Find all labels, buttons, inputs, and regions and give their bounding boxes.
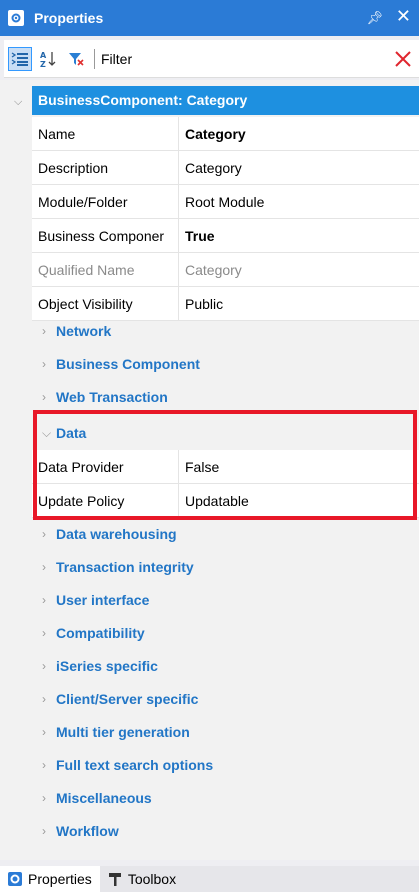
property-name: Description (32, 151, 179, 184)
category-row[interactable]: › Data warehousing (32, 518, 419, 551)
close-icon[interactable]: ✕ (396, 6, 411, 27)
property-row[interactable]: Name Category (32, 117, 419, 151)
property-value[interactable]: Updatable (179, 484, 419, 517)
panel-title: Properties (34, 10, 104, 26)
tab-label: Properties (28, 871, 92, 887)
property-row[interactable]: Module/Folder Root Module (32, 185, 419, 219)
gear-icon (8, 10, 24, 26)
chevron-right-icon: › (42, 527, 46, 541)
chevron-right-icon: › (42, 824, 46, 838)
category-row[interactable]: › Web Transaction (32, 381, 419, 414)
tab-properties[interactable]: Properties (0, 866, 100, 892)
category-label: Miscellaneous (56, 790, 152, 806)
category-label: Transaction integrity (56, 559, 194, 575)
properties-panel: Properties 📌︎ ✕ AZ Filter ⌵ BusinessComp… (0, 0, 419, 892)
category-row[interactable]: › iSeries specific (32, 650, 419, 683)
data-section: ⌵ Data Data Provider False Update Policy Up… (32, 417, 419, 518)
category-row[interactable]: › Multi tier generation (32, 716, 419, 749)
chevron-down-icon: ⌵ (42, 426, 52, 440)
property-name: Business Componer (32, 219, 179, 252)
category-row[interactable]: › Network (32, 315, 419, 348)
chevron-right-icon: › (42, 593, 46, 607)
category-row[interactable]: › Workflow (32, 815, 419, 848)
property-name: Qualified Name (32, 253, 179, 286)
category-label: Compatibility (56, 625, 145, 641)
chevron-right-icon: › (42, 560, 46, 574)
property-value[interactable]: Category (179, 253, 419, 286)
category-label: Business Component (56, 356, 200, 372)
category-label: Multi tier generation (56, 724, 190, 740)
toolbar-divider (94, 48, 95, 69)
svg-text:A: A (40, 51, 47, 60)
property-row[interactable]: Business Componer True (32, 219, 419, 253)
property-name: Data Provider (32, 450, 179, 483)
chevron-right-icon: › (42, 758, 46, 772)
property-row[interactable]: Data Provider False (32, 450, 419, 484)
category-list-bottom: › Data warehousing › Transaction integrity ›… (32, 518, 419, 848)
svg-text:Z: Z (40, 60, 46, 68)
category-row[interactable]: › Transaction integrity (32, 551, 419, 584)
category-label: Network (56, 323, 112, 339)
hammer-icon (108, 872, 122, 886)
category-data[interactable]: ⌵ Data (32, 417, 419, 450)
pin-icon[interactable]: 📌︎ (366, 10, 383, 26)
property-list: Name Category Description Category Module/Fo… (32, 117, 419, 321)
category-label: iSeries specific (56, 658, 158, 674)
chevron-right-icon: › (42, 659, 46, 673)
category-label: User interface (56, 592, 150, 608)
category-list-top: › Network › Business Component › Web Transact… (32, 315, 419, 414)
property-name: Name (32, 117, 179, 150)
chevron-right-icon: › (42, 324, 46, 338)
category-row[interactable]: › Business Component (32, 348, 419, 381)
category-row[interactable]: › Miscellaneous (32, 782, 419, 815)
category-row[interactable]: › Compatibility (32, 617, 419, 650)
property-name: Update Policy (32, 484, 179, 517)
chevron-right-icon: › (42, 357, 46, 371)
property-value[interactable]: True (179, 219, 419, 252)
chevron-right-icon: › (42, 791, 46, 805)
chevron-right-icon: › (42, 692, 46, 706)
sort-alphabetical-button[interactable]: AZ (36, 47, 60, 71)
property-value[interactable]: Category (179, 117, 419, 150)
properties-toolbar: AZ Filter (4, 40, 419, 78)
gear-icon (8, 872, 22, 886)
category-label: Workflow (56, 823, 119, 839)
property-row[interactable]: Description Category (32, 151, 419, 185)
property-row[interactable]: Update Policy Updatable (32, 484, 419, 518)
category-row[interactable]: › Client/Server specific (32, 683, 419, 716)
property-value[interactable]: False (179, 450, 419, 483)
category-label: Data (56, 425, 87, 441)
chevron-right-icon: › (42, 626, 46, 640)
category-label: Web Transaction (56, 389, 168, 405)
bottom-tabs: Properties Toolbox (0, 866, 419, 892)
categorized-view-button[interactable] (8, 46, 32, 71)
property-row[interactable]: Qualified Name Category (32, 253, 419, 287)
clear-filter-icon[interactable] (391, 47, 415, 71)
category-label: Client/Server specific (56, 691, 199, 707)
collapse-chevron-icon[interactable]: ⌵ (14, 96, 22, 109)
filter-input[interactable] (140, 46, 391, 71)
category-label: Full text search options (56, 757, 214, 773)
tab-toolbox[interactable]: Toolbox (100, 866, 184, 892)
property-name: Module/Folder (32, 185, 179, 218)
object-header[interactable]: BusinessComponent: Category (32, 86, 419, 115)
filter-label: Filter (101, 50, 133, 67)
tab-label: Toolbox (127, 871, 177, 887)
property-value[interactable]: Root Module (179, 185, 419, 218)
category-label: Data warehousing (56, 526, 177, 542)
property-value[interactable]: Category (179, 151, 419, 184)
category-row[interactable]: › User interface (32, 584, 419, 617)
category-row[interactable]: › Full text search options (32, 749, 419, 782)
filter-icon[interactable] (64, 47, 88, 71)
chevron-right-icon: › (42, 725, 46, 739)
chevron-right-icon: › (42, 390, 46, 404)
panel-titlebar: Properties 📌︎ ✕ (0, 0, 419, 36)
